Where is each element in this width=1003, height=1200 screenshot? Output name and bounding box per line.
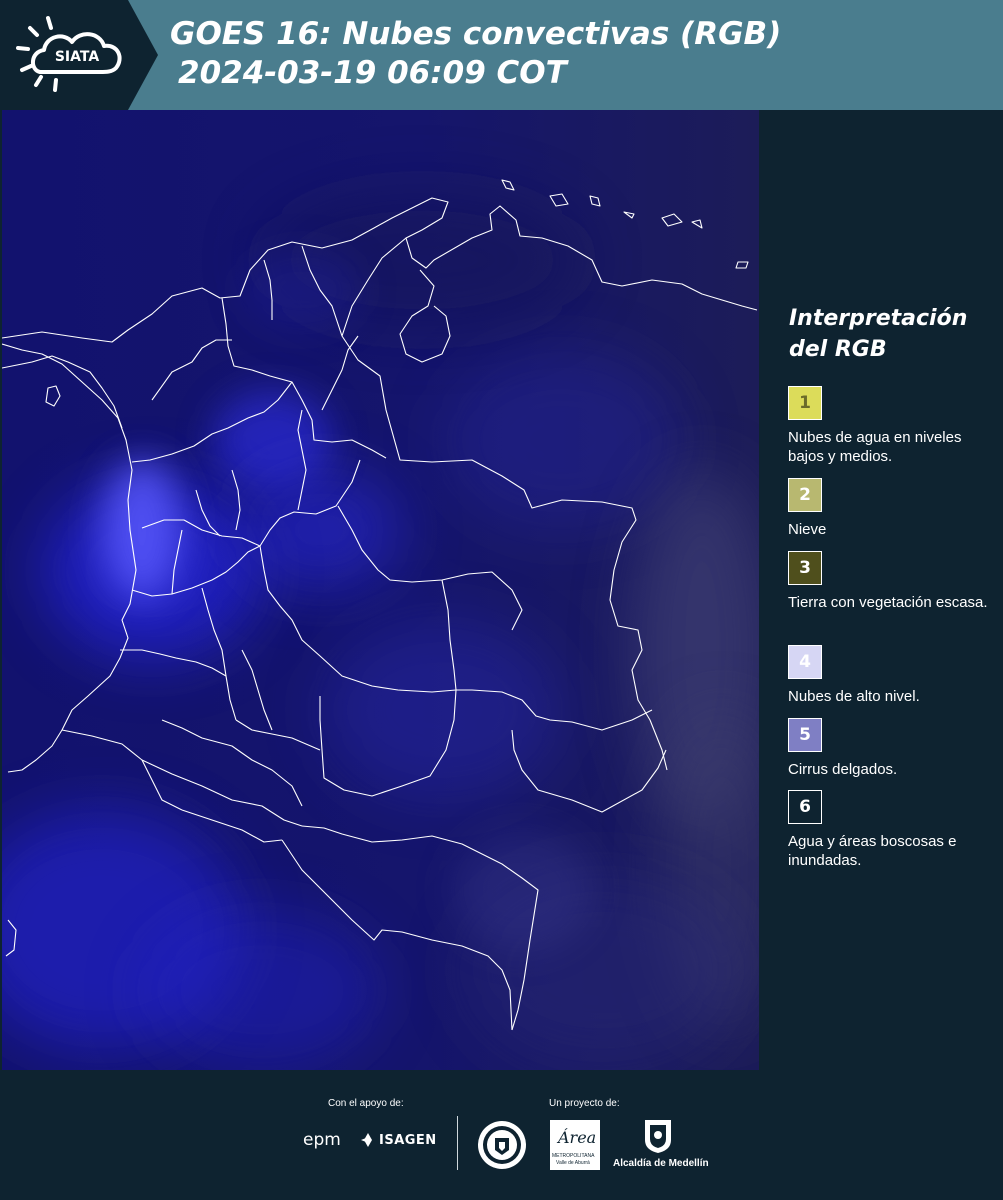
legend-item-5: 5 Cirrus delgados. (788, 718, 998, 779)
footer: Con el apoyo de: Un proyecto de: epm ISA… (0, 1070, 1003, 1200)
isagen-logo-text: ISAGEN (379, 1132, 437, 1148)
isagen-logo: ISAGEN (360, 1132, 437, 1148)
legend-number-1: 1 (799, 393, 811, 413)
legend-label-5: Cirrus delgados. (788, 761, 898, 778)
epm-logo: epm (303, 1130, 341, 1150)
page-timestamp: 2024-03-19 06:09 COT (178, 55, 567, 91)
area-logo-text: Área (558, 1128, 597, 1147)
legend-item-2: 2 Nieve (788, 478, 998, 539)
legend-swatch-2: 2 (788, 478, 822, 512)
footer-divider (457, 1116, 458, 1170)
legend-number-6: 6 (799, 797, 811, 817)
legend-number-2: 2 (799, 485, 811, 505)
siata-logo: SIATA (0, 0, 160, 110)
satellite-map[interactable] (2, 110, 759, 1070)
legend-label-2: Nieve (788, 521, 827, 538)
legend-item-3: 3 Tierra con vegetación escasa. (788, 551, 998, 612)
legend-item-4: 4 Nubes de alto nivel. (788, 645, 998, 706)
project-label: Un proyecto de: (549, 1098, 620, 1109)
alcaldia-logo: Alcaldía de Medellín (611, 1118, 709, 1174)
legend-label-4: Nubes de alto nivel. (788, 688, 920, 705)
area-logo-subtitle: METROPOLITANA (552, 1153, 595, 1159)
legend-item-1: 1 Nubes de agua en niveles bajos y medio… (788, 386, 998, 466)
support-label: Con el apoyo de: (328, 1098, 404, 1109)
alcaldia-shield-icon (645, 1120, 671, 1153)
area-logo-subtitle2: Valle de Aburrá (556, 1160, 590, 1166)
legend-swatch-6: 6 (788, 790, 822, 824)
epm-logo-text: epm (303, 1130, 341, 1150)
legend-label-3: Tierra con vegetación escasa. (788, 594, 988, 611)
legend-swatch-5: 5 (788, 718, 822, 752)
legend-number-3: 3 (799, 558, 811, 578)
header-bar: SIATA GOES 16: Nubes convectivas (RGB) 2… (0, 0, 1003, 110)
legend-label-1: Nubes de agua en niveles bajos y medios. (788, 429, 962, 465)
legend-number-5: 5 (799, 725, 811, 745)
siata-logo-text: SIATA (55, 49, 100, 65)
legend-label-6: Agua y áreas boscosas e inundadas. (788, 833, 957, 869)
legend-item-6: 6 Agua y áreas boscosas e inundadas. (788, 790, 998, 870)
universidad-logo (477, 1120, 527, 1175)
legend-swatch-1: 1 (788, 386, 822, 420)
legend-title: Interpretación del RGB (789, 306, 968, 362)
alcaldia-logo-text: Alcaldía de Medellín (613, 1158, 709, 1169)
isagen-mark-icon (361, 1133, 372, 1147)
legend-swatch-3: 3 (788, 551, 822, 585)
legend-panel: Interpretación del RGB 1 Nubes de agua e… (760, 110, 1003, 1070)
legend-number-4: 4 (799, 652, 811, 672)
area-metropolitana-logo: Área METROPOLITANA Valle de Aburrá (550, 1120, 600, 1170)
legend-swatch-4: 4 (788, 645, 822, 679)
page-title: GOES 16: Nubes convectivas (RGB) (170, 16, 782, 52)
